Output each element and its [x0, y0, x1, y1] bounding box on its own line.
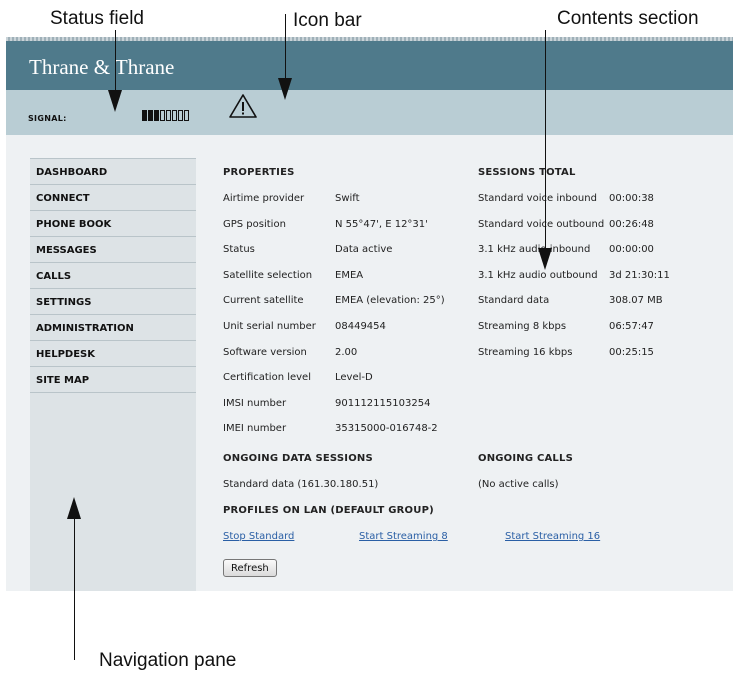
nav-list: DASHBOARD CONNECT PHONE BOOK MESSAGES CALLS S… [30, 159, 196, 393]
nav-item-calls[interactable]: CALLS [30, 263, 196, 289]
signal-segment [148, 110, 153, 121]
property-value: EMEA [335, 269, 364, 281]
session-label: Standard voice outbound [478, 218, 605, 230]
ongoing-calls-heading: ONGOING CALLS [478, 453, 573, 464]
session-label: Standard data [478, 295, 550, 307]
session-value: 3d 21:30:11 [609, 269, 670, 281]
session-label: 3.1 kHz audio outbound [478, 269, 598, 281]
signal-segment [154, 110, 159, 121]
nav-item-dashboard[interactable]: DASHBOARD [30, 159, 196, 185]
nav-item-phone-book[interactable]: PHONE BOOK [30, 211, 196, 237]
contents-section-arrowhead [538, 248, 552, 270]
session-label: Standard voice inbound [478, 193, 597, 204]
start-streaming-8-link[interactable]: Start Streaming 8 [359, 531, 448, 542]
callout-navigation-pane: Navigation pane [99, 650, 237, 671]
nav-item-site-map[interactable]: SITE MAP [30, 367, 196, 393]
ongoing-calls-value: (No active calls) [478, 479, 559, 490]
callout-status-field: Status field [50, 8, 144, 29]
property-value: EMEA (elevation: 25°) [335, 295, 445, 307]
ongoing-data-heading: ONGOING DATA SESSIONS [223, 453, 373, 464]
stop-standard-link[interactable]: Stop Standard [223, 531, 294, 542]
session-value: 00:00:38 [609, 193, 654, 204]
status-field-arrowhead [108, 90, 122, 112]
signal-segment [142, 110, 147, 121]
property-label: GPS position [223, 218, 286, 230]
signal-strength-meter [142, 110, 189, 121]
property-value: 2.00 [335, 346, 358, 358]
property-value: Data active [335, 244, 393, 256]
navigation-pane-arrowhead [67, 497, 81, 519]
session-value: 06:57:47 [609, 321, 654, 332]
nav-item-messages[interactable]: MESSAGES [30, 237, 196, 263]
properties-heading: PROPERTIES [223, 167, 295, 178]
property-label: Status [223, 244, 255, 256]
callout-contents-section: Contents section [557, 8, 699, 29]
property-label: Certification level [223, 372, 311, 384]
property-value: Level-D [335, 372, 373, 384]
session-value: 00:26:48 [609, 218, 654, 230]
property-label: Current satellite [223, 295, 304, 307]
icon-bar-arrowhead [278, 78, 292, 100]
navigation-pane-pointer-line [74, 517, 75, 660]
sessions-heading: SESSIONS TOTAL [478, 167, 576, 178]
nav-item-administration[interactable]: ADMINISTRATION [30, 315, 196, 341]
property-label: IMSI number [223, 397, 287, 409]
session-value: 00:25:15 [609, 346, 654, 358]
nav-item-connect[interactable]: CONNECT [30, 185, 196, 211]
icon-bar-pointer-line [285, 14, 286, 80]
web-interface-screen: Thrane & Thrane SIGNAL: DASHBOARD CONNECT… [6, 37, 733, 591]
signal-segment [160, 110, 165, 121]
session-value: 308.07 MB [609, 295, 663, 307]
signal-segment [166, 110, 171, 121]
signal-label: SIGNAL: [28, 114, 67, 123]
status-field-pointer-line [115, 30, 116, 92]
warning-icon[interactable] [228, 93, 258, 123]
property-label: Software version [223, 346, 307, 358]
signal-segment [172, 110, 177, 121]
session-label: 3.1 kHz audio inbound [478, 244, 591, 256]
ongoing-data-value: Standard data (161.30.180.51) [223, 479, 379, 490]
property-value: N 55°47', E 12°31' [335, 218, 428, 230]
property-value: 08449454 [335, 321, 386, 332]
signal-segment [184, 110, 189, 121]
property-label: Satellite selection [223, 269, 313, 281]
property-value: Swift [335, 193, 360, 204]
contents-section-pointer-line [545, 30, 546, 250]
property-label: Unit serial number [223, 321, 316, 332]
session-label: Streaming 8 kbps [478, 321, 567, 332]
property-value: 35315000-016748-2 [335, 423, 438, 435]
session-label: Streaming 16 kbps [478, 346, 573, 358]
nav-item-helpdesk[interactable]: HELPDESK [30, 341, 196, 367]
property-label: Airtime provider [223, 193, 305, 204]
callout-icon-bar: Icon bar [293, 10, 362, 31]
navigation-pane: DASHBOARD CONNECT PHONE BOOK MESSAGES CALLS S… [30, 158, 196, 591]
property-label: IMEI number [223, 423, 287, 435]
session-value: 00:00:00 [609, 244, 654, 256]
brand-logo: Thrane & Thrane [29, 55, 175, 79]
profiles-heading: PROFILES ON LAN (DEFAULT GROUP) [223, 505, 434, 516]
nav-item-settings[interactable]: SETTINGS [30, 289, 196, 315]
start-streaming-16-link[interactable]: Start Streaming 16 [505, 531, 600, 542]
signal-segment [178, 110, 183, 121]
refresh-button[interactable]: Refresh [223, 559, 277, 577]
property-value: 901112115103254 [335, 397, 431, 409]
